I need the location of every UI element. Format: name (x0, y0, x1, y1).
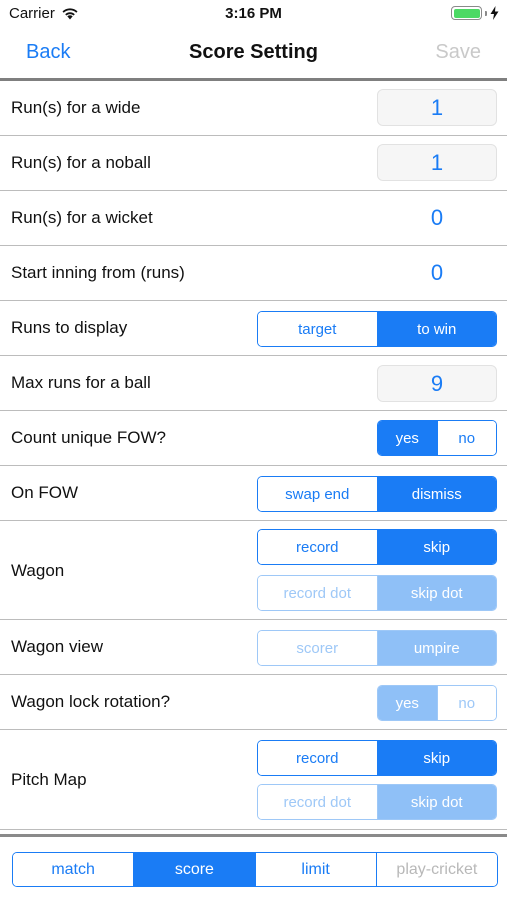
wide-runs-label: Run(s) for a wide (11, 98, 141, 117)
wagon-label: Wagon (11, 561, 65, 580)
row-unique-fow: Count unique FOW? yes no (0, 411, 507, 466)
max-runs-input[interactable]: 9 (377, 365, 497, 402)
dismiss-segment[interactable]: dismiss (376, 477, 496, 511)
wagon-lock-label: Wagon lock rotation? (11, 692, 171, 711)
pitch-map-skip-dot-segment[interactable]: skip dot (376, 785, 496, 819)
row-start-inning: Start inning from (runs) 0 (0, 246, 507, 301)
pitch-map-control: record skip (257, 740, 497, 776)
page-title: Score Setting (189, 41, 318, 63)
charging-bolt-icon (490, 6, 499, 20)
wagon-skip-dot-segment[interactable]: skip dot (376, 576, 496, 610)
noball-runs-label: Run(s) for a noball (11, 153, 151, 172)
on-fow-control: swap end dismiss (257, 476, 497, 512)
wagon-control: record skip (257, 529, 497, 565)
settings-tab-bar: match score limit play-cricket (12, 852, 498, 887)
wagon-skip-segment[interactable]: skip (376, 530, 496, 564)
runs-to-display-control: target to win (257, 311, 497, 347)
swap-end-segment[interactable]: swap end (258, 477, 377, 511)
on-fow-label: On FOW (11, 483, 79, 502)
row-noball-runs: Run(s) for a noball 1 (0, 136, 507, 191)
settings-list: Run(s) for a wide 1 Run(s) for a noball … (0, 81, 507, 830)
runs-to-display-label: Runs to display (11, 318, 128, 337)
wagon-view-control: scorer umpire (257, 630, 497, 666)
unique-fow-no-segment[interactable]: no (436, 421, 496, 455)
row-wagon-lock: Wagon lock rotation? yes no (0, 675, 507, 730)
start-inning-value[interactable]: 0 (377, 260, 497, 286)
pitch-map-dot-control: record dot skip dot (257, 784, 497, 820)
tab-score[interactable]: score (133, 853, 255, 886)
wagon-record-dot-segment[interactable]: record dot (258, 576, 377, 610)
scorer-segment[interactable]: scorer (258, 631, 377, 665)
to-win-segment[interactable]: to win (376, 312, 496, 346)
wagon-dot-control: record dot skip dot (257, 575, 497, 611)
start-inning-label: Start inning from (runs) (11, 263, 185, 282)
bottom-divider (0, 834, 507, 837)
wagon-lock-yes-segment[interactable]: yes (378, 686, 437, 720)
row-pitch-map: Pitch Map record skip record dot skip do… (0, 730, 507, 830)
unique-fow-yes-segment[interactable]: yes (378, 421, 437, 455)
wicket-runs-label: Run(s) for a wicket (11, 208, 153, 227)
row-wagon: Wagon record skip record dot skip dot (0, 521, 507, 620)
navigation-bar: Back Score Setting Save (0, 30, 507, 80)
status-time: 3:16 PM (225, 5, 282, 22)
row-runs-to-display: Runs to display target to win (0, 301, 507, 356)
wagon-record-segment[interactable]: record (258, 530, 377, 564)
wide-runs-input[interactable]: 1 (377, 89, 497, 126)
wicket-runs-value[interactable]: 0 (377, 205, 497, 231)
pitch-map-skip-segment[interactable]: skip (376, 741, 496, 775)
battery-indicator (451, 6, 499, 20)
pitch-map-record-dot-segment[interactable]: record dot (258, 785, 377, 819)
row-max-runs: Max runs for a ball 9 (0, 356, 507, 411)
noball-runs-input[interactable]: 1 (377, 144, 497, 181)
status-bar: Carrier 3:16 PM (0, 0, 507, 30)
row-wide-runs: Run(s) for a wide 1 (0, 81, 507, 136)
wagon-lock-control: yes no (377, 685, 497, 721)
max-runs-label: Max runs for a ball (11, 373, 151, 392)
pitch-map-label: Pitch Map (11, 770, 87, 789)
save-button[interactable]: Save (435, 41, 481, 64)
pitch-map-record-segment[interactable]: record (258, 741, 377, 775)
tab-match[interactable]: match (13, 853, 134, 886)
battery-icon (451, 6, 482, 20)
tab-limit[interactable]: limit (254, 853, 376, 886)
row-on-fow: On FOW swap end dismiss (0, 466, 507, 521)
wagon-lock-no-segment[interactable]: no (436, 686, 496, 720)
target-segment[interactable]: target (258, 312, 377, 346)
wagon-view-label: Wagon view (11, 637, 103, 656)
row-wagon-view: Wagon view scorer umpire (0, 620, 507, 675)
unique-fow-label: Count unique FOW? (11, 428, 166, 447)
umpire-segment[interactable]: umpire (376, 631, 496, 665)
row-wicket-runs: Run(s) for a wicket 0 (0, 191, 507, 246)
unique-fow-control: yes no (377, 420, 497, 456)
tab-play-cricket[interactable]: play-cricket (375, 853, 497, 886)
